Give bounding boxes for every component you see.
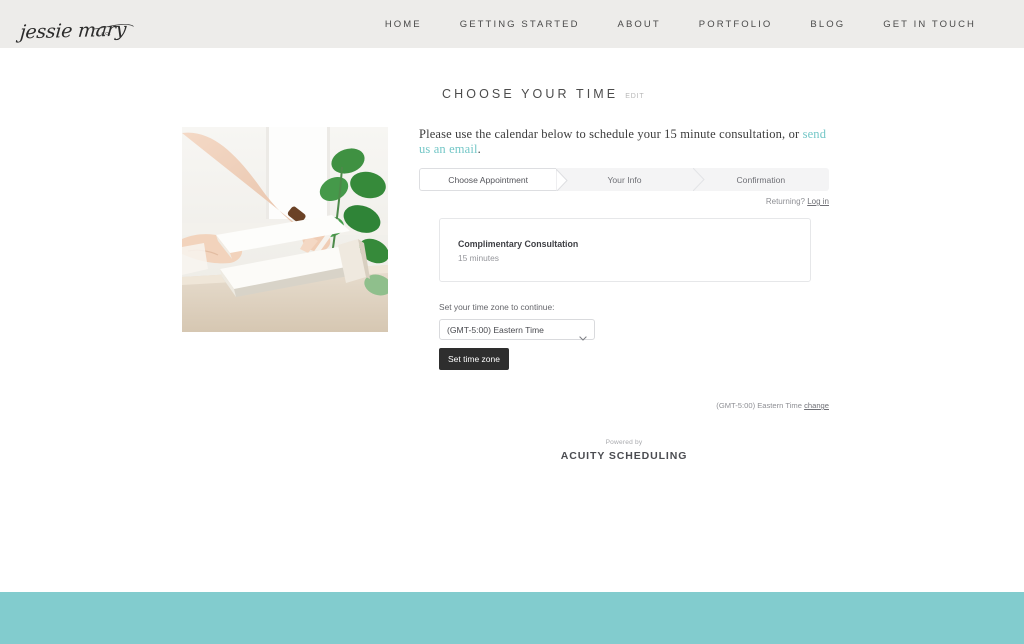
log-in-link[interactable]: Log in xyxy=(807,197,829,206)
step-choose-appointment-label: Choose Appointment xyxy=(448,174,529,185)
powered-by-block: Powered by ACUITY SCHEDULING xyxy=(419,439,829,462)
site-logo[interactable]: jessie mary & co. xyxy=(19,7,134,43)
step-your-info[interactable]: Your Info xyxy=(556,168,705,191)
step-chevron-icon-1 xyxy=(556,169,569,191)
nav-item-getting-started[interactable]: GETTING STARTED xyxy=(460,19,580,30)
logo-suffix-text: & co. xyxy=(96,31,112,36)
timezone-select[interactable]: (GMT-5:00) Eastern Time xyxy=(439,319,595,341)
appointment-duration: 15 minutes xyxy=(458,253,499,263)
returning-label: Returning? xyxy=(765,197,808,206)
progress-steps: Choose Appointment Your Info Confirmatio… xyxy=(419,168,829,191)
step-confirmation[interactable]: Confirmation xyxy=(693,168,829,191)
intro-text-after: . xyxy=(477,142,481,156)
appointment-type-card[interactable]: Complimentary Consultation 15 minutes xyxy=(439,218,811,282)
nav-item-get-in-touch[interactable]: GET IN TOUCH xyxy=(883,19,976,30)
change-timezone-link[interactable]: change xyxy=(804,401,829,410)
photo-illustration-icon xyxy=(182,127,388,332)
step-your-info-label: Your Info xyxy=(607,174,642,185)
nav-item-home[interactable]: HOME xyxy=(385,19,422,30)
site-header: jessie mary & co. HOME GETTING STARTED A… xyxy=(0,0,1024,48)
nav-item-about[interactable]: ABOUT xyxy=(618,19,661,30)
nav-item-portfolio[interactable]: PORTFOLIO xyxy=(699,19,773,30)
footer-color-band xyxy=(0,592,1024,644)
powered-by-label: Powered by xyxy=(605,439,643,446)
decorative-photo xyxy=(182,127,388,332)
timezone-footer: (GMT-5:00) Eastern Time change xyxy=(419,401,829,410)
step-choose-appointment[interactable]: Choose Appointment xyxy=(419,168,569,191)
timezone-label: Set your time zone to continue: xyxy=(439,302,555,312)
page-title-row: CHOOSE YOUR TIME EDIT xyxy=(0,87,1024,101)
chevron-down-icon xyxy=(579,328,587,346)
step-chevron-icon-2 xyxy=(692,168,705,191)
timezone-selected-value: (GMT-5:00) Eastern Time xyxy=(447,324,544,335)
powered-by-brand: ACUITY SCHEDULING xyxy=(560,450,688,462)
timezone-footer-text: (GMT-5:00) Eastern Time xyxy=(716,401,805,410)
nav-item-blog[interactable]: BLOG xyxy=(810,19,845,30)
appointment-name: Complimentary Consultation xyxy=(458,239,579,249)
intro-text-before: Please use the calendar below to schedul… xyxy=(419,127,803,141)
timezone-block: Set your time zone to continue: (GMT-5:0… xyxy=(439,302,829,370)
main-navigation: HOME GETTING STARTED ABOUT PORTFOLIO BLO… xyxy=(385,19,976,30)
returning-user-row: Returning? Log in xyxy=(419,197,829,206)
page-title: CHOOSE YOUR TIME xyxy=(442,87,619,101)
set-time-zone-button[interactable]: Set time zone xyxy=(439,348,509,370)
step-confirmation-label: Confirmation xyxy=(736,174,786,185)
page-title-edit-button[interactable]: EDIT xyxy=(625,93,644,100)
scheduler-panel: Please use the calendar below to schedul… xyxy=(419,127,829,462)
intro-text: Please use the calendar below to schedul… xyxy=(419,127,829,157)
